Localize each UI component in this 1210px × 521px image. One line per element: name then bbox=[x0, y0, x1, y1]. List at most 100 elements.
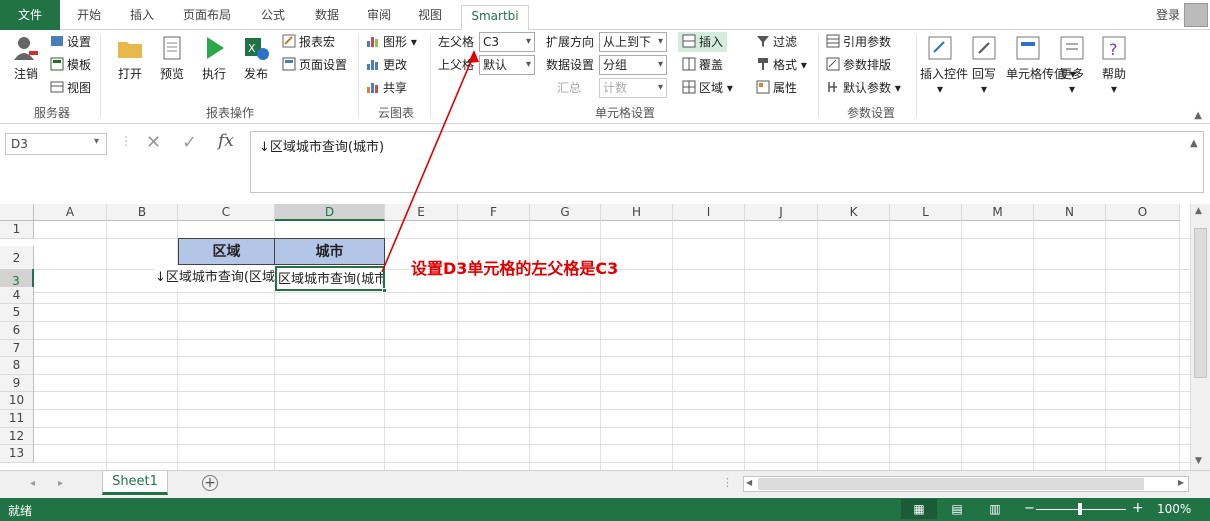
share-button[interactable]: 共享 bbox=[366, 78, 407, 98]
tab-review[interactable]: 审阅 bbox=[354, 5, 404, 29]
row-header-1[interactable]: 1 bbox=[0, 221, 34, 239]
row-header-6[interactable]: 6 bbox=[0, 322, 34, 340]
page-setup-button[interactable]: 页面设置 bbox=[282, 55, 347, 75]
fill-handle[interactable] bbox=[382, 288, 387, 293]
preview-button[interactable]: 预览 bbox=[152, 34, 192, 82]
view-button[interactable]: 视图 bbox=[50, 78, 91, 98]
scroll-down-icon[interactable]: ▼ bbox=[1195, 456, 1202, 466]
zoom-slider-thumb[interactable] bbox=[1078, 503, 1082, 515]
summary-select[interactable]: 计数 bbox=[599, 78, 667, 98]
expand-direction-select[interactable]: 从上到下 bbox=[599, 32, 667, 52]
column-header-k[interactable]: K bbox=[818, 204, 890, 221]
column-header-a[interactable]: A bbox=[34, 204, 107, 221]
column-header-m[interactable]: M bbox=[962, 204, 1034, 221]
open-button[interactable]: 打开 bbox=[110, 34, 150, 82]
property-button[interactable]: 属性 bbox=[756, 78, 797, 98]
column-header-e[interactable]: E bbox=[385, 204, 458, 221]
insert-mode-button[interactable]: 插入 bbox=[678, 32, 728, 52]
execute-button[interactable]: 执行 bbox=[194, 34, 234, 82]
name-box[interactable]: D3 bbox=[5, 133, 107, 155]
scroll-right-icon[interactable]: ▶ bbox=[1178, 478, 1184, 487]
column-header-b[interactable]: B bbox=[107, 204, 178, 221]
param-layout-button[interactable]: 参数排版 bbox=[826, 55, 891, 75]
prev-sheet-icon[interactable]: ◂ bbox=[30, 478, 35, 489]
cell-d2[interactable]: 城市 bbox=[275, 238, 385, 265]
formula-drag-handle[interactable]: ⋮ bbox=[120, 134, 132, 148]
function-icon[interactable]: fx bbox=[218, 131, 234, 151]
insert-control-button[interactable]: 插入控件 ▾ bbox=[920, 34, 968, 96]
row-header-2[interactable]: 2 bbox=[0, 245, 34, 270]
chevron-down-icon[interactable]: ▾ bbox=[94, 136, 99, 147]
row-header-9[interactable]: 9 bbox=[0, 374, 34, 393]
filter-button[interactable]: 过滤 bbox=[756, 32, 797, 52]
chart-button[interactable]: 图形 ▾ bbox=[366, 32, 417, 52]
row-header-8[interactable]: 8 bbox=[0, 357, 34, 375]
region-button[interactable]: 区域 ▾ bbox=[682, 78, 733, 98]
horizontal-scrollbar[interactable]: ◀ ▶ bbox=[743, 476, 1189, 492]
next-sheet-icon[interactable]: ▸ bbox=[58, 478, 63, 489]
collapse-formula-icon[interactable]: ▲ bbox=[1190, 138, 1198, 149]
column-header-g[interactable]: G bbox=[530, 204, 601, 221]
cell-c3[interactable]: ↓区域城市查询(区域) bbox=[155, 266, 275, 290]
normal-view-icon[interactable]: ▦ bbox=[901, 499, 937, 519]
default-param-button[interactable]: 默认参数 ▾ bbox=[826, 78, 901, 98]
ref-param-button[interactable]: 引用参数 bbox=[826, 32, 891, 52]
report-macro-button[interactable]: 报表宏 bbox=[282, 32, 335, 52]
cell-d3-selected[interactable]: 区域城市查询(城市) bbox=[275, 266, 385, 291]
h-scroll-thumb[interactable] bbox=[758, 478, 1144, 490]
zoom-in-icon[interactable]: + bbox=[1132, 500, 1144, 516]
row-header-12[interactable]: 12 bbox=[0, 427, 34, 446]
column-header-d[interactable]: D bbox=[275, 204, 385, 221]
data-setting-select[interactable]: 分组 bbox=[599, 55, 667, 75]
cover-mode-button[interactable]: 覆盖 bbox=[682, 55, 723, 75]
write-back-button[interactable]: 回写 ▾ bbox=[964, 34, 1004, 96]
avatar[interactable] bbox=[1184, 3, 1208, 27]
column-header-n[interactable]: N bbox=[1034, 204, 1106, 221]
scroll-thumb[interactable] bbox=[1194, 228, 1207, 378]
top-parent-select[interactable]: 默认 bbox=[479, 55, 535, 75]
row-header-4[interactable]: 4 bbox=[0, 286, 34, 305]
help-button[interactable]: ? 帮助 ▾ bbox=[1096, 34, 1132, 96]
publish-button[interactable]: X 发布 bbox=[236, 34, 276, 82]
tab-page-layout[interactable]: 页面布局 bbox=[172, 5, 242, 29]
column-header-f[interactable]: F bbox=[458, 204, 530, 221]
row-header-5[interactable]: 5 bbox=[0, 304, 34, 322]
collapse-ribbon-icon[interactable]: ▲ bbox=[1194, 110, 1202, 121]
check-icon[interactable]: ✓ bbox=[182, 132, 197, 153]
scroll-left-icon[interactable]: ◀ bbox=[746, 478, 752, 487]
tab-data[interactable]: 数据 bbox=[302, 5, 352, 29]
cancel-icon[interactable]: ✕ bbox=[146, 132, 161, 153]
settings-button[interactable]: 设置 bbox=[50, 32, 91, 52]
column-header-h[interactable]: H bbox=[601, 204, 673, 221]
left-parent-select[interactable]: C3 bbox=[479, 32, 535, 52]
vertical-scrollbar[interactable]: ▲ ▼ bbox=[1190, 204, 1210, 470]
row-header-10[interactable]: 10 bbox=[0, 392, 34, 410]
sheet-tab-sheet1[interactable]: Sheet1 bbox=[102, 471, 168, 495]
sheet-grid[interactable]: ABCDEFGHIJKLMNO 1 2 3 4 5 6 7 8 9 10 11 12 13 区域 城市 … bbox=[0, 204, 1190, 470]
zoom-out-icon[interactable]: − bbox=[1024, 501, 1035, 516]
change-button[interactable]: 更改 bbox=[366, 55, 407, 75]
select-all-corner[interactable] bbox=[0, 204, 34, 221]
column-header-l[interactable]: L bbox=[890, 204, 962, 221]
column-header-j[interactable]: J bbox=[745, 204, 818, 221]
cell-pass-button[interactable]: 单元格传值 ▾ bbox=[1006, 34, 1076, 82]
page-break-view-icon[interactable]: ▥ bbox=[985, 499, 1005, 519]
logout-button[interactable]: 注销 bbox=[8, 34, 44, 82]
column-header-o[interactable]: O bbox=[1106, 204, 1180, 221]
column-header-i[interactable]: I bbox=[673, 204, 745, 221]
tab-insert[interactable]: 插入 bbox=[117, 5, 167, 29]
row-header-11[interactable]: 11 bbox=[0, 410, 34, 428]
tab-view[interactable]: 视图 bbox=[405, 5, 455, 29]
login-link[interactable]: 登录 bbox=[1156, 6, 1180, 23]
tab-file[interactable]: 文件 bbox=[0, 0, 60, 30]
tab-home[interactable]: 开始 bbox=[64, 5, 114, 29]
row-header-7[interactable]: 7 bbox=[0, 339, 34, 358]
format-button[interactable]: 格式 ▾ bbox=[756, 55, 807, 75]
zoom-level[interactable]: 100% bbox=[1157, 502, 1191, 516]
add-sheet-icon[interactable]: + bbox=[202, 475, 218, 491]
more-button[interactable]: 更多 ▾ bbox=[1054, 34, 1090, 96]
tab-smartbi[interactable]: Smartbi bbox=[461, 5, 529, 31]
scroll-up-icon[interactable]: ▲ bbox=[1195, 206, 1202, 216]
cell-c2[interactable]: 区域 bbox=[178, 238, 275, 265]
template-button[interactable]: 模板 bbox=[50, 55, 91, 75]
